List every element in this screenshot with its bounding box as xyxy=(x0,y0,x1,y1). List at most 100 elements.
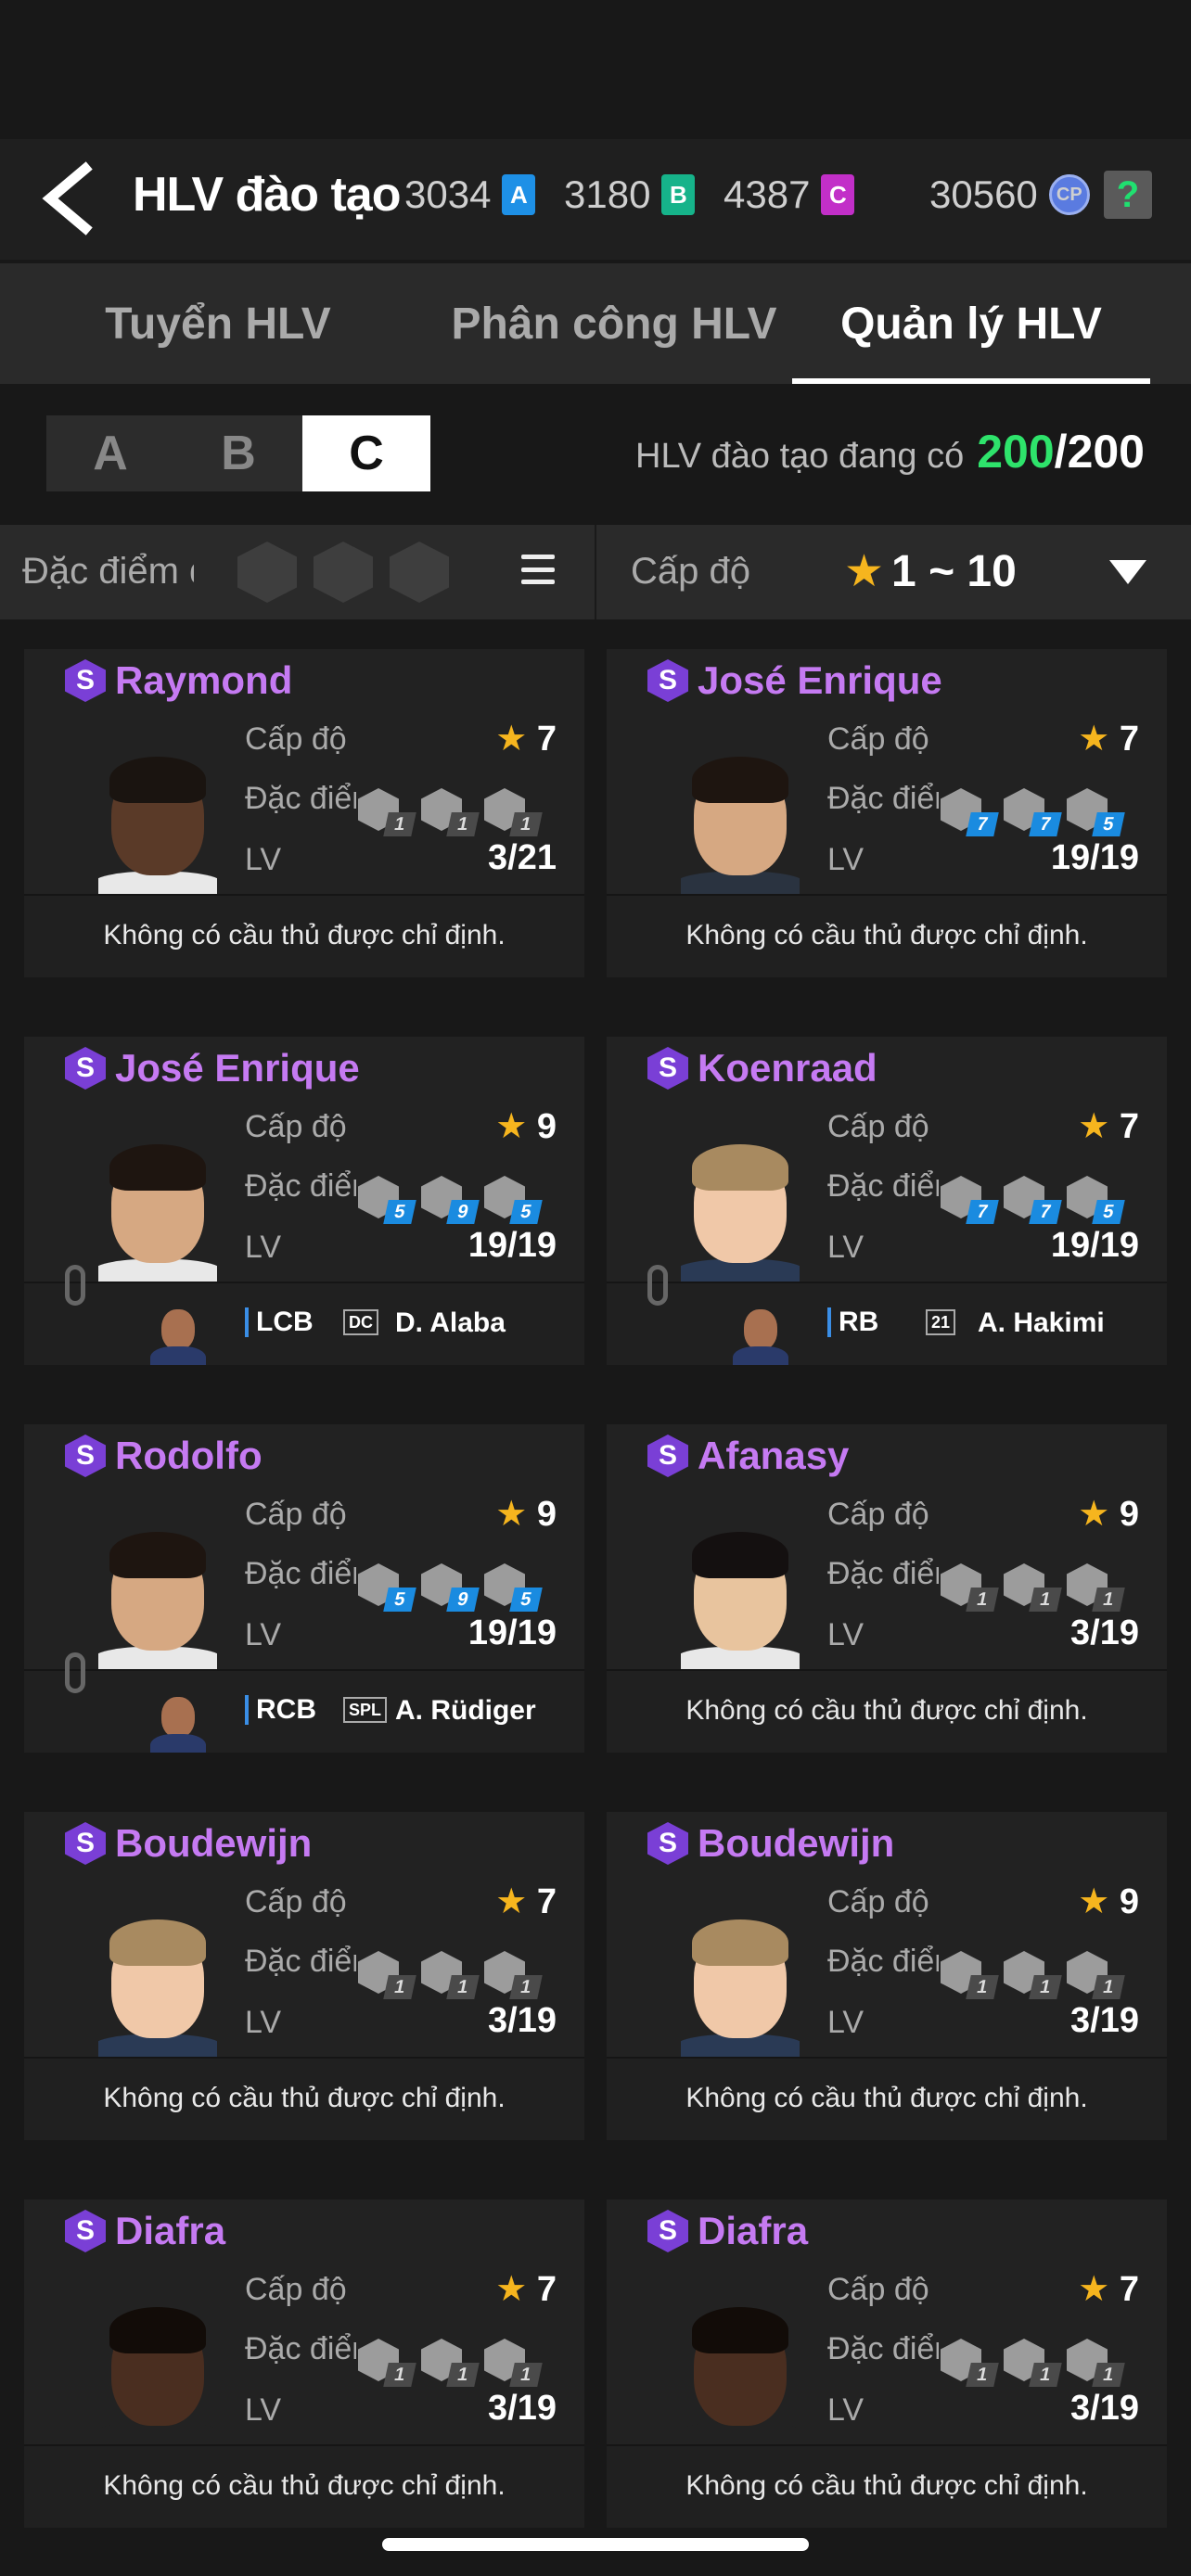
level-range-dropdown[interactable]: ★ 1 ~ 10 xyxy=(844,545,1017,597)
coach-name: S Boudewijn xyxy=(65,1821,312,1866)
grade-b-button[interactable]: B xyxy=(174,415,302,491)
star-icon: ★ xyxy=(1078,720,1110,759)
trait-level: 9 xyxy=(446,1200,480,1224)
currency-c: 4387 C xyxy=(724,172,855,217)
coach-card[interactable]: S José Enrique Cấp độ ★ 7 Đặc điểm 7 7 5 L… xyxy=(607,649,1167,977)
coach-card[interactable]: S Raymond Cấp độ ★ 7 Đặc điểm 1 1 1 LV 3/2… xyxy=(24,649,584,977)
trait-badge-icon: 1 xyxy=(421,788,480,836)
star-icon: ★ xyxy=(1078,1882,1110,1921)
trait-slot-3-icon[interactable] xyxy=(390,542,449,603)
coach-card[interactable]: S Boudewijn Cấp độ ★ 7 Đặc điểm 1 1 1 LV 3… xyxy=(24,1812,584,2140)
tab-assign-coach[interactable]: Phân công HLV xyxy=(436,263,792,384)
trait-filter-label[interactable]: Đặc điểm đà xyxy=(22,551,194,593)
menu-icon[interactable] xyxy=(521,555,555,584)
page-title: HLV đào tạo xyxy=(133,168,401,222)
trait-badge-icon: 1 xyxy=(1067,2339,1125,2387)
trait-badge-icon: 1 xyxy=(941,2339,999,2387)
coach-name: S José Enrique xyxy=(65,1046,360,1090)
tab-recruit-coach[interactable]: Tuyển HLV xyxy=(0,263,436,384)
no-player-text: Không có cầu thủ được chỉ định. xyxy=(685,2470,1088,2501)
trait-level: 7 xyxy=(1029,812,1062,836)
trait-level: 1 xyxy=(383,2363,416,2387)
coach-lv: 19/19 xyxy=(1050,838,1139,877)
star-icon: ★ xyxy=(1078,2270,1110,2309)
coach-card[interactable]: S Boudewijn Cấp độ ★ 9 Đặc điểm 1 1 1 LV 3… xyxy=(607,1812,1167,2140)
level-label: Cấp độ xyxy=(245,721,347,757)
lv-label: LV xyxy=(245,2005,282,2040)
grade-c-button[interactable]: C xyxy=(302,415,430,491)
coach-portrait xyxy=(98,1526,217,1669)
level-filter-label: Cấp độ xyxy=(631,551,750,592)
grade-a-button[interactable]: A xyxy=(46,415,174,491)
tab-manage-coach[interactable]: Quản lý HLV xyxy=(792,263,1150,384)
trait-badge-icon: 1 xyxy=(1004,2339,1062,2387)
trait-level: 1 xyxy=(1092,2363,1125,2387)
coach-portrait xyxy=(98,2302,217,2444)
coach-level: ★ 9 xyxy=(495,1107,557,1146)
assigned-player[interactable]: RCB SPL A. Rüdiger xyxy=(24,1669,584,1753)
level-label: Cấp độ xyxy=(827,1497,929,1532)
rank-s-icon: S xyxy=(647,2210,688,2252)
filter-bar: Đặc điểm đà Cấp độ ★ 1 ~ 10 xyxy=(0,525,1191,619)
coach-card[interactable]: S Rodolfo Cấp độ ★ 9 Đặc điểm 5 9 5 LV 19/… xyxy=(24,1424,584,1753)
trait-level: 1 xyxy=(1029,1588,1062,1612)
level-label: Cấp độ xyxy=(245,1884,347,1919)
trait-level: 1 xyxy=(1092,1975,1125,1999)
owned-value: 200/200 xyxy=(977,426,1145,478)
lv-label: LV xyxy=(245,1617,282,1652)
coach-portrait xyxy=(681,2302,800,2444)
player-avatar xyxy=(733,1307,788,1365)
assigned-player[interactable]: LCB DC D. Alaba xyxy=(24,1282,584,1365)
trait-badge-icon: 7 xyxy=(1004,788,1062,836)
owned-coaches-count: HLV đào tạo đang có 200/200 xyxy=(635,425,1145,478)
trait-badge-icon: 5 xyxy=(484,1563,543,1612)
trait-level: 1 xyxy=(383,1975,416,1999)
trait-badge-icon: 1 xyxy=(421,1951,480,1999)
coach-level: ★ 7 xyxy=(495,2270,557,2309)
player-avatar xyxy=(150,1695,206,1753)
trait-badge-icon: 1 xyxy=(941,1563,999,1612)
coach-lv: 3/21 xyxy=(488,838,557,877)
no-player-text: Không có cầu thủ được chỉ định. xyxy=(103,2470,506,2501)
trait-badge-icon: 1 xyxy=(484,2339,543,2387)
trait-slot-2-icon[interactable] xyxy=(314,542,373,603)
coach-card[interactable]: S Afanasy Cấp độ ★ 9 Đặc điểm 1 1 1 LV 3/1… xyxy=(607,1424,1167,1753)
trait-slot-1-icon[interactable] xyxy=(237,542,297,603)
trait-level: 5 xyxy=(509,1588,543,1612)
team-badge-icon: DC xyxy=(343,1309,378,1335)
trait-list: 1 1 1 xyxy=(941,1951,1125,1999)
coach-card[interactable]: S Diafra Cấp độ ★ 7 Đặc điểm 1 1 1 LV 3/19… xyxy=(607,2200,1167,2528)
coach-level: ★ 7 xyxy=(495,720,557,759)
dropdown-arrow-icon[interactable] xyxy=(1109,560,1146,584)
trait-label: Đặc điểm xyxy=(245,781,356,816)
coach-level: ★ 9 xyxy=(1078,1495,1139,1534)
coach-card[interactable]: S Diafra Cấp độ ★ 7 Đặc điểm 1 1 1 LV 3/19… xyxy=(24,2200,584,2528)
coach-portrait xyxy=(681,1139,800,1282)
coach-lv: 19/19 xyxy=(467,1613,557,1652)
coach-card[interactable]: S José Enrique Cấp độ ★ 9 Đặc điểm 5 9 5 L… xyxy=(24,1037,584,1365)
level-label: Cấp độ xyxy=(245,1497,347,1532)
lv-label: LV xyxy=(827,2005,864,2040)
level-label: Cấp độ xyxy=(245,2272,347,2307)
coach-name: S Koenraad xyxy=(647,1046,877,1090)
trait-level: 1 xyxy=(1029,2363,1062,2387)
no-player-text: Không có cầu thủ được chỉ định. xyxy=(103,920,506,950)
trait-level: 7 xyxy=(1029,1200,1062,1224)
back-arrow-icon[interactable] xyxy=(37,161,102,236)
trait-level: 5 xyxy=(383,1588,416,1612)
assigned-player[interactable]: RB 21 A. Hakimi xyxy=(607,1282,1167,1365)
player-avatar xyxy=(150,1307,206,1365)
coach-portrait xyxy=(681,751,800,894)
trait-level: 7 xyxy=(966,812,999,836)
help-button[interactable]: ? xyxy=(1104,171,1152,219)
rank-s-icon: S xyxy=(647,1822,688,1865)
trait-badge-icon: 1 xyxy=(484,788,543,836)
lv-label: LV xyxy=(827,1617,864,1652)
coach-card[interactable]: S Koenraad Cấp độ ★ 7 Đặc điểm 7 7 5 LV 19… xyxy=(607,1037,1167,1365)
trait-level: 1 xyxy=(966,1588,999,1612)
coach-level: ★ 7 xyxy=(495,1882,557,1921)
trait-label: Đặc điểm xyxy=(827,781,939,816)
trait-badge-icon: 5 xyxy=(1067,788,1125,836)
coach-level: ★ 7 xyxy=(1078,2270,1139,2309)
coach-level: ★ 9 xyxy=(1078,1882,1139,1921)
